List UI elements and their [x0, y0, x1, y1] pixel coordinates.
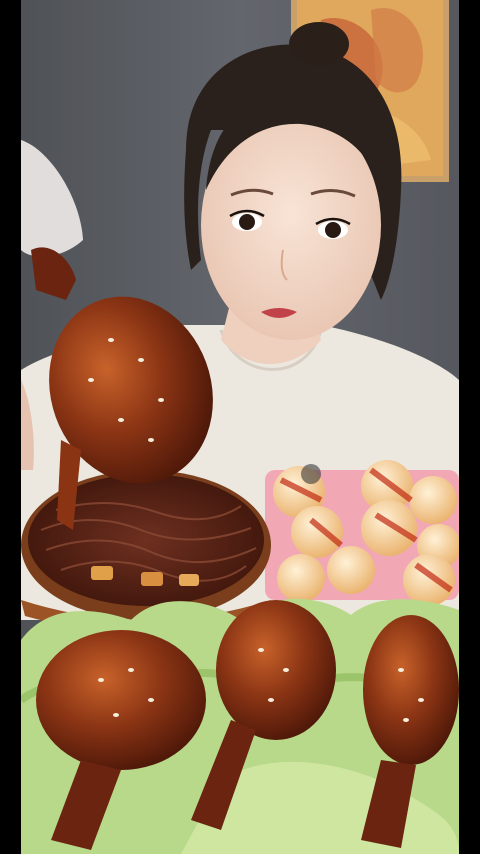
scene-illustration [21, 0, 459, 854]
bun-tray [265, 460, 459, 606]
video-frame [0, 0, 480, 854]
video-content [21, 0, 459, 854]
dumpling-icon [273, 460, 459, 606]
